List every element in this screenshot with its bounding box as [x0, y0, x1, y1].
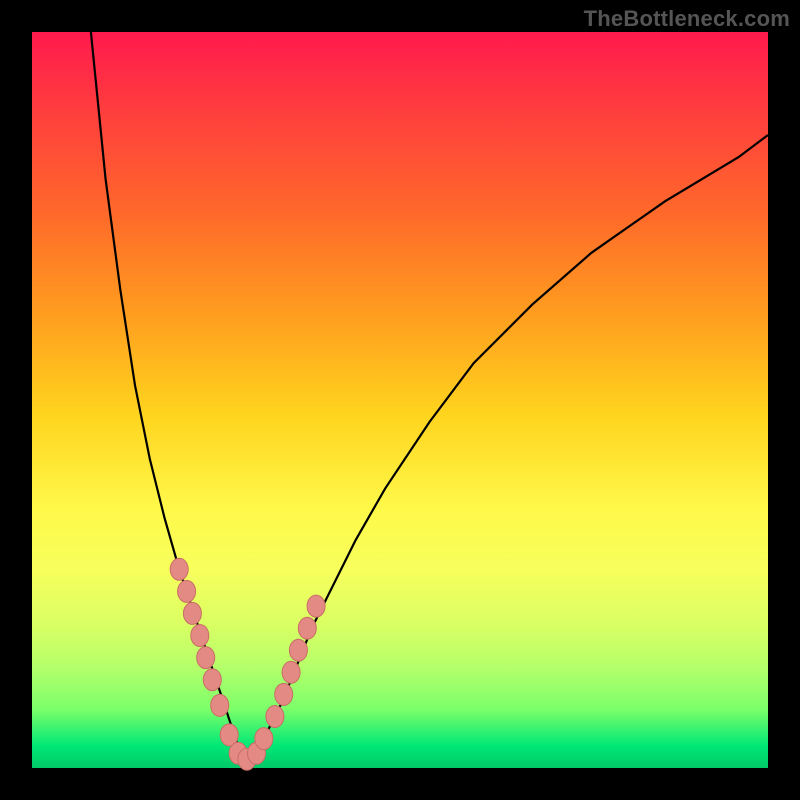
- chart-stage: TheBottleneck.com: [0, 0, 800, 800]
- highlight-marker: [183, 602, 201, 624]
- highlight-marker: [255, 728, 273, 750]
- highlight-marker: [211, 694, 229, 716]
- highlight-marker: [203, 669, 221, 691]
- highlight-marker: [178, 580, 196, 602]
- highlight-marker: [298, 617, 316, 639]
- curve-left-branch: [91, 32, 246, 761]
- highlight-marker: [289, 639, 307, 661]
- curve-right-branch: [245, 135, 768, 761]
- watermark-text: TheBottleneck.com: [584, 6, 790, 32]
- highlight-marker: [282, 661, 300, 683]
- highlight-marker: [170, 558, 188, 580]
- highlight-marker: [191, 625, 209, 647]
- highlight-markers: [170, 558, 325, 770]
- highlight-marker: [266, 706, 284, 728]
- highlight-marker: [307, 595, 325, 617]
- highlight-marker: [197, 647, 215, 669]
- chart-svg: [32, 32, 768, 768]
- plot-area: [32, 32, 768, 768]
- highlight-marker: [275, 683, 293, 705]
